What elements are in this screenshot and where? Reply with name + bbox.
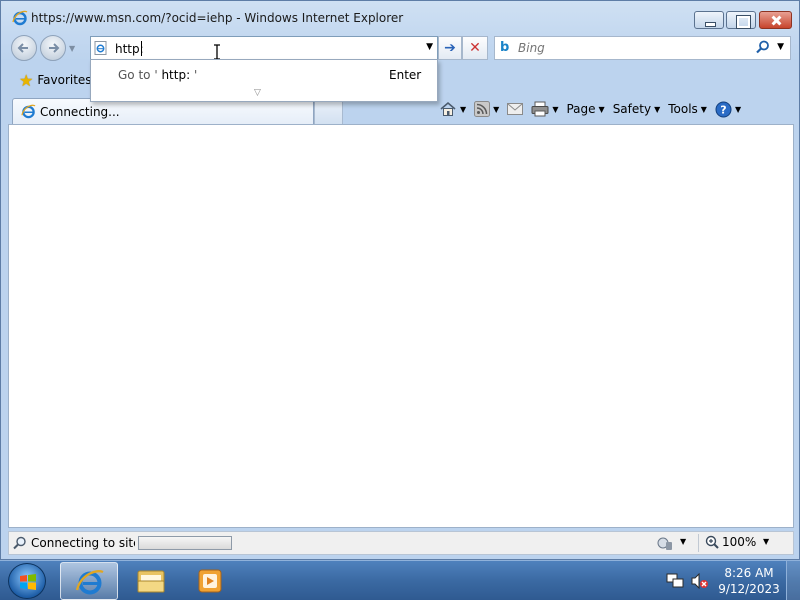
close-button[interactable] bbox=[759, 11, 792, 29]
printer-icon bbox=[531, 101, 549, 117]
internet-explorer-icon bbox=[21, 104, 36, 119]
goto-prefix: Go to ' bbox=[118, 68, 158, 82]
maximize-button[interactable] bbox=[726, 11, 756, 29]
star-icon: ★ bbox=[19, 70, 34, 90]
page-menu-label: Page bbox=[566, 102, 596, 116]
internet-explorer-icon bbox=[12, 10, 28, 26]
chevron-down-icon[interactable]: ▼ bbox=[680, 537, 686, 546]
goto-suffix: ' bbox=[193, 68, 198, 82]
new-tab-button[interactable] bbox=[314, 100, 343, 124]
clock-date: 9/12/2023 bbox=[718, 582, 780, 596]
print-button[interactable]: ▼ bbox=[529, 98, 560, 120]
chevron-down-icon[interactable]: ▼ bbox=[552, 105, 558, 114]
search-options-dropdown[interactable]: ▼ bbox=[777, 42, 784, 52]
chevron-down-icon: ▼ bbox=[654, 104, 661, 114]
status-divider bbox=[698, 534, 699, 552]
address-bar[interactable]: ▼ bbox=[90, 36, 438, 60]
address-input[interactable] bbox=[115, 41, 415, 57]
media-player-icon bbox=[198, 569, 222, 593]
zoom-button[interactable]: 100% bbox=[705, 535, 756, 549]
text-cursor-icon bbox=[214, 44, 220, 60]
address-autocomplete-popup: Go to ' http: ' Enter ▽ bbox=[90, 59, 438, 102]
protected-mode-icon[interactable] bbox=[657, 536, 673, 551]
svg-text:?: ? bbox=[720, 103, 726, 116]
back-arrow-icon bbox=[17, 43, 28, 53]
page-icon bbox=[94, 41, 107, 55]
help-button[interactable]: ? ▼ bbox=[713, 98, 743, 120]
start-button[interactable] bbox=[8, 563, 46, 599]
recent-pages-dropdown[interactable]: ▼ bbox=[69, 44, 75, 53]
chevron-down-icon: ▼ bbox=[598, 104, 605, 114]
search-magnifier-icon[interactable] bbox=[756, 40, 770, 54]
page-content-area[interactable] bbox=[8, 124, 794, 528]
taskbar: 8:26 AM 9/12/2023 bbox=[0, 560, 800, 600]
page-menu[interactable]: Page ▼ bbox=[564, 98, 606, 120]
enter-hint: Enter bbox=[389, 68, 422, 82]
title-bar[interactable]: https://www.msn.com/?ocid=iehp - Windows… bbox=[1, 1, 800, 35]
window-title: https://www.msn.com/?ocid=iehp - Windows… bbox=[31, 11, 404, 25]
system-clock[interactable]: 8:26 AM 9/12/2023 bbox=[716, 565, 782, 597]
forward-button[interactable] bbox=[40, 35, 66, 61]
volume-muted-icon[interactable] bbox=[691, 573, 709, 589]
command-bar: ▼ ▼ ▼ Page ▼ Safety ▼ Tools ▼ ? ▼ bbox=[437, 97, 743, 121]
clock-time: 8:26 AM bbox=[724, 566, 774, 580]
safety-menu[interactable]: Safety ▼ bbox=[611, 98, 663, 120]
ie-window: https://www.msn.com/?ocid=iehp - Windows… bbox=[0, 0, 800, 560]
internet-explorer-icon bbox=[75, 570, 104, 595]
go-button[interactable]: ➔ bbox=[438, 36, 462, 60]
chevron-down-icon[interactable]: ▼ bbox=[493, 105, 499, 114]
windows-logo-icon bbox=[20, 574, 36, 590]
bing-logo-icon: b bbox=[500, 40, 510, 55]
expand-suggestions-icon[interactable]: ▽ bbox=[254, 88, 261, 98]
chevron-down-icon[interactable]: ▼ bbox=[735, 105, 741, 114]
rss-feed-icon bbox=[474, 101, 491, 117]
network-icon[interactable] bbox=[666, 573, 684, 589]
address-dropdown-arrow[interactable]: ▼ bbox=[426, 42, 433, 52]
chevron-down-icon[interactable]: ▼ bbox=[460, 105, 466, 114]
minimize-button[interactable] bbox=[694, 11, 724, 29]
tab-label: Connecting... bbox=[40, 105, 120, 119]
safety-menu-label: Safety bbox=[612, 102, 652, 116]
show-desktop-button[interactable] bbox=[786, 561, 800, 600]
status-bar: Connecting to site 2 ▼ 100% ▼ bbox=[8, 531, 794, 555]
progress-bar bbox=[138, 536, 232, 550]
feeds-button[interactable]: ▼ bbox=[472, 98, 501, 120]
favorites-button[interactable]: ★ Favorites bbox=[13, 68, 98, 92]
taskbar-internet-explorer[interactable] bbox=[60, 562, 118, 600]
home-icon bbox=[440, 101, 456, 116]
zoom-magnifier-icon bbox=[705, 535, 719, 549]
status-text: Connecting to site 2 bbox=[31, 536, 135, 550]
zoom-level: 100% bbox=[722, 535, 757, 549]
read-mail-button[interactable] bbox=[505, 98, 525, 120]
search-input[interactable] bbox=[518, 41, 738, 55]
tools-menu-label: Tools bbox=[668, 102, 698, 116]
stop-x-icon: ✕ bbox=[469, 40, 481, 56]
go-arrow-icon: ➔ bbox=[444, 40, 456, 56]
help-icon: ? bbox=[715, 101, 732, 117]
taskbar-media-player[interactable] bbox=[181, 562, 239, 600]
back-button[interactable] bbox=[11, 35, 37, 61]
home-button[interactable]: ▼ bbox=[437, 98, 468, 120]
taskbar-windows-explorer[interactable] bbox=[122, 562, 180, 600]
folder-icon bbox=[137, 570, 165, 593]
favorites-label: Favorites bbox=[37, 73, 92, 87]
stop-button[interactable]: ✕ bbox=[462, 36, 488, 60]
chevron-down-icon[interactable]: ▼ bbox=[763, 537, 769, 546]
tools-menu[interactable]: Tools ▼ bbox=[666, 98, 709, 120]
search-box[interactable]: b ▼ bbox=[494, 36, 791, 60]
goto-value: http: bbox=[161, 68, 191, 82]
forward-arrow-icon bbox=[49, 43, 60, 53]
goto-suggestion[interactable]: Go to ' http: ' bbox=[118, 68, 197, 82]
text-caret bbox=[141, 41, 142, 56]
mail-icon bbox=[507, 103, 524, 115]
chevron-down-icon: ▼ bbox=[700, 104, 707, 114]
magnifier-icon bbox=[13, 536, 26, 550]
